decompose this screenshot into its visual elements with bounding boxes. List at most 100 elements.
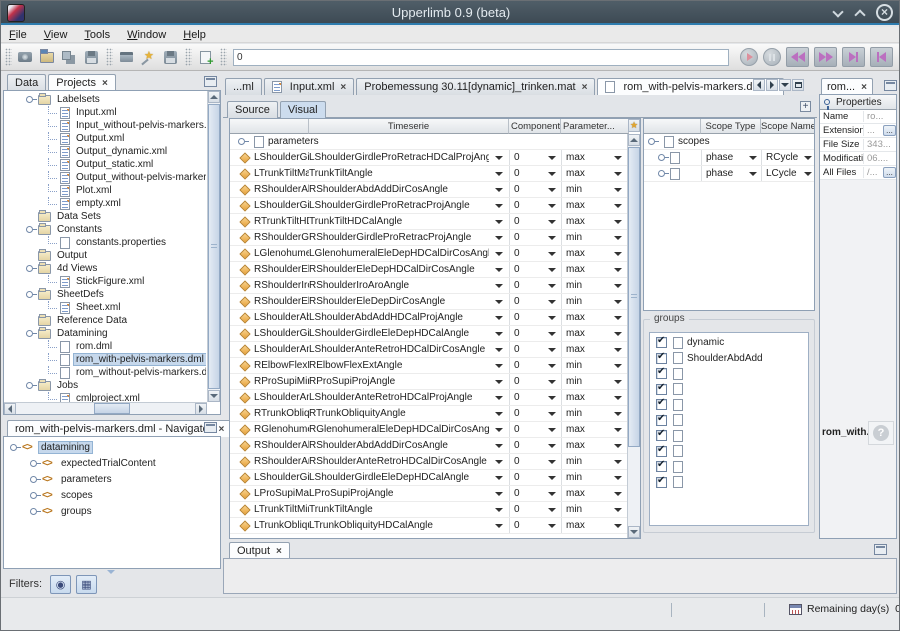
dropdown-icon[interactable] — [614, 316, 622, 320]
add-database-button[interactable] — [195, 47, 215, 67]
parameter-cell[interactable]: max — [562, 342, 628, 357]
timeserie-cell[interactable]: LShoulderGirdleEleDepHDCalAngle — [309, 470, 509, 485]
dropdown-icon[interactable] — [548, 380, 556, 384]
dropdown-icon[interactable] — [614, 508, 622, 512]
group-row[interactable] — [650, 428, 808, 444]
menu-help[interactable]: Help — [183, 29, 215, 41]
scroll-tabs-left-button[interactable] — [753, 79, 765, 91]
tree-item[interactable]: empty.xml — [6, 197, 206, 210]
component-cell[interactable]: 0 — [510, 230, 561, 245]
parameter-cell[interactable]: max — [562, 310, 628, 325]
tree-item[interactable]: StickFigure.xml — [6, 275, 206, 288]
navigator-item[interactable]: expectedTrialContent — [8, 455, 218, 471]
timeserie-cell[interactable]: LShoulderGirdleEleDepHDCalAngle — [309, 326, 509, 341]
scopes-header-name[interactable]: Scope Name — [761, 119, 815, 134]
parameter-row[interactable]: RTrunkObliquiRTrunkObliquityAngle0min — [230, 406, 628, 422]
timeserie-cell[interactable]: RShoulderGirdleProRetracProjAngle — [309, 230, 509, 245]
tree-item[interactable]: Datamining — [6, 327, 206, 340]
tree-expander-icon[interactable] — [238, 138, 245, 145]
menu-view[interactable]: View — [44, 29, 77, 41]
parameter-row[interactable]: LTrunkTiltMaxTrunkTiltAngle0max — [230, 166, 628, 182]
scope-type-cell[interactable]: phase — [702, 150, 761, 165]
parameter-row[interactable]: RShoulderGirdRShoulderGirdleProRetracPro… — [230, 230, 628, 246]
component-cell[interactable]: 0 — [510, 342, 561, 357]
component-cell[interactable]: 0 — [510, 198, 561, 213]
checkbox-checked-icon[interactable] — [656, 353, 667, 364]
tree-item[interactable]: rom_with-pelvis-markers.dml — [6, 353, 206, 366]
parameter-cell[interactable]: min — [562, 294, 628, 309]
dropdown-icon[interactable] — [548, 332, 556, 336]
doc-tab[interactable]: Input.xml× — [264, 78, 354, 95]
group-row[interactable] — [650, 475, 808, 491]
component-cell[interactable]: 0 — [510, 214, 561, 229]
titlebar[interactable]: Upperlimb 0.9 (beta) × — [1, 1, 900, 25]
parameter-cell[interactable]: max — [562, 422, 628, 437]
play-button[interactable] — [740, 48, 758, 66]
tab-visual[interactable]: Visual — [280, 101, 326, 118]
rewind-button[interactable] — [786, 47, 809, 67]
component-cell[interactable]: 0 — [510, 294, 561, 309]
dropdown-icon[interactable] — [804, 172, 812, 176]
dropdown-icon[interactable] — [548, 268, 556, 272]
parameter-cell[interactable]: max — [562, 150, 628, 165]
parameter-cell[interactable]: max — [562, 326, 628, 341]
scroll-tabs-right-button[interactable] — [766, 79, 778, 91]
tree-expander-icon[interactable] — [26, 265, 33, 272]
dropdown-icon[interactable] — [495, 284, 503, 288]
dropdown-icon[interactable] — [495, 204, 503, 208]
dropdown-icon[interactable] — [495, 236, 503, 240]
tree-item[interactable]: SheetDefs — [6, 288, 206, 301]
timeserie-cell[interactable]: RShoulderEleDepDirCosAngle — [309, 294, 509, 309]
navigator-item[interactable]: parameters — [8, 471, 218, 487]
parameter-row[interactable]: LTrunkObliquiLTrunkObliquityHDCalAngle0m… — [230, 518, 628, 534]
tree-item[interactable]: Output_dynamic.xml — [6, 145, 206, 158]
checkbox-checked-icon[interactable] — [656, 461, 667, 472]
tree-expander-icon[interactable] — [26, 330, 33, 337]
scope-name-cell[interactable]: RCycle — [762, 150, 815, 165]
target-filter-button[interactable]: ◉ — [50, 575, 71, 594]
dropdown-icon[interactable] — [614, 236, 622, 240]
column-header-parameter[interactable]: Parameter... — [561, 119, 629, 134]
dropdown-icon[interactable] — [548, 476, 556, 480]
component-cell[interactable]: 0 — [510, 374, 561, 389]
parameter-cell[interactable]: min — [562, 182, 628, 197]
component-cell[interactable]: 0 — [510, 518, 561, 533]
timeserie-cell[interactable]: RShoulderAnteRetroHDCalDirCosAngle — [309, 454, 509, 469]
checkbox-checked-icon[interactable] — [656, 446, 667, 457]
group-row[interactable] — [650, 444, 808, 460]
pause-button[interactable] — [763, 48, 781, 66]
group-row[interactable] — [650, 382, 808, 398]
parameter-cell[interactable]: max — [562, 486, 628, 501]
toolbar-drag-handle[interactable] — [5, 48, 12, 66]
dropdown-icon[interactable] — [548, 364, 556, 368]
dropdown-icon[interactable] — [614, 492, 622, 496]
parameter-cell[interactable]: min — [562, 358, 628, 373]
dropdown-icon[interactable] — [495, 348, 503, 352]
timeserie-cell[interactable]: LShoulderGirdleProRetracHDCalProjAngle — [309, 150, 509, 165]
parameter-cell[interactable]: min — [562, 502, 628, 517]
board-button[interactable] — [116, 47, 136, 67]
group-row[interactable] — [650, 459, 808, 475]
column-header-name[interactable] — [230, 119, 309, 134]
property-row[interactable]: All Files/...... — [820, 166, 896, 180]
parameter-cell[interactable]: max — [562, 166, 628, 181]
dropdown-icon[interactable] — [495, 380, 503, 384]
minimize-panel-icon[interactable] — [884, 80, 897, 91]
scope-name-cell[interactable]: LCycle — [762, 166, 815, 181]
group-row[interactable] — [650, 397, 808, 413]
tab-source[interactable]: Source — [227, 101, 278, 118]
doc-tab[interactable]: ...ml — [225, 78, 262, 95]
tree-item[interactable]: Output — [6, 249, 206, 262]
timeserie-cell[interactable]: RShoulderAbdAddDirCosAngle — [309, 182, 509, 197]
timeserie-cell[interactable]: RTrunkObliquityAngle — [309, 406, 509, 421]
parameter-row[interactable]: RShoulderAnteRShoulderAnteRetroHDCalDirC… — [230, 454, 628, 470]
dropdown-icon[interactable] — [548, 444, 556, 448]
dropdown-icon[interactable] — [495, 268, 503, 272]
dropdown-icon[interactable] — [548, 188, 556, 192]
dropdown-icon[interactable] — [614, 332, 622, 336]
tree-item[interactable]: Data Sets — [6, 210, 206, 223]
dropdown-icon[interactable] — [495, 188, 503, 192]
tree-expander-icon[interactable] — [10, 444, 17, 451]
dropdown-icon[interactable] — [548, 300, 556, 304]
group-row[interactable] — [650, 413, 808, 429]
